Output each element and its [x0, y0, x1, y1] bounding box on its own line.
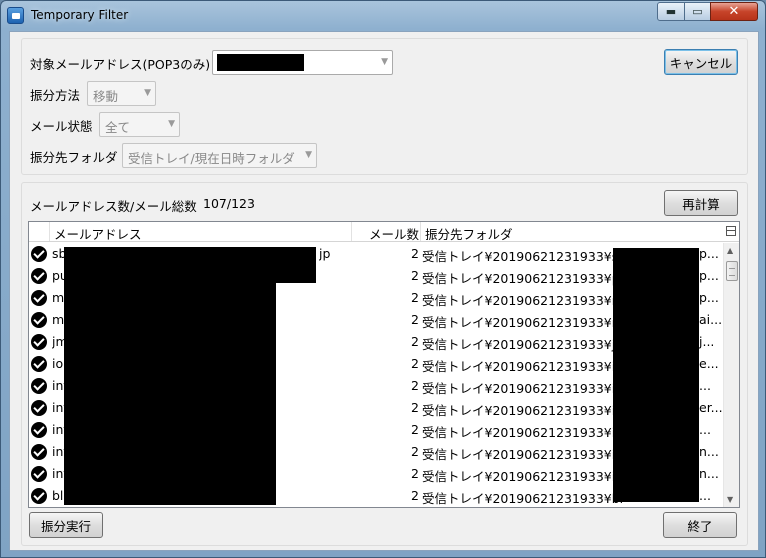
chevron-down-icon: ▼: [305, 150, 312, 160]
scroll-thumb[interactable]: [726, 261, 738, 281]
chevron-down-icon: ▼: [144, 88, 151, 98]
table-header: メールアドレス メール数 振分先フォルダ: [29, 222, 739, 242]
folder-tail: e...: [699, 356, 719, 371]
maximize-button[interactable]: ▭: [684, 2, 711, 21]
check-circle-icon[interactable]: [31, 422, 47, 438]
folder-tail: n...: [699, 444, 719, 459]
folder-tail: p...: [699, 290, 719, 305]
folder-tail: j...: [699, 334, 715, 349]
count-cell: 2: [411, 246, 419, 261]
check-circle-icon[interactable]: [31, 246, 47, 262]
folder-select[interactable]: 受信トレイ/現在日時フォルダ ▼: [122, 143, 317, 168]
check-circle-icon[interactable]: [31, 334, 47, 350]
finish-button[interactable]: 終了: [663, 512, 737, 538]
folder-tail: p...: [699, 246, 719, 261]
method-select[interactable]: 移動 ▼: [87, 81, 156, 106]
filter-settings-group: 対象メールアドレス(POP3のみ) ▼ 振分方法 移動 ▼ メール状態 全て ▼…: [21, 38, 748, 175]
summary-value: 107/123: [203, 196, 255, 211]
count-cell: 2: [411, 488, 419, 503]
redacted-email: [64, 261, 316, 283]
dialog-body: 対象メールアドレス(POP3のみ) ▼ 振分方法 移動 ▼ メール状態 全て ▼…: [9, 31, 759, 551]
folder-tail: n...: [699, 466, 719, 481]
check-circle-icon[interactable]: [31, 290, 47, 306]
method-value: 移動: [93, 89, 119, 104]
folder-label: 振分先フォルダ: [30, 150, 118, 165]
redacted-email: [64, 283, 276, 505]
target-address-select[interactable]: ▼: [212, 50, 393, 75]
count-cell: 2: [411, 312, 419, 327]
target-address-label: 対象メールアドレス(POP3のみ): [30, 57, 211, 72]
folder-tail: ...: [699, 488, 711, 503]
count-cell: 2: [411, 290, 419, 305]
count-cell: 2: [411, 400, 419, 415]
folder-tail: er...: [699, 400, 723, 415]
table-body: sb jp 2 受信トレイ¥20190621231933¥sb p... pu …: [29, 243, 723, 507]
execute-button[interactable]: 振分実行: [29, 512, 103, 538]
summary-label: メールアドレス数/メール総数: [30, 199, 197, 214]
scroll-down-icon[interactable]: ▼: [727, 495, 733, 504]
check-circle-icon[interactable]: [31, 400, 47, 416]
folder-tail: ...: [699, 378, 711, 393]
count-cell: 2: [411, 334, 419, 349]
count-cell: 2: [411, 268, 419, 283]
count-cell: 2: [411, 356, 419, 371]
folder-tail: ai...: [699, 312, 723, 327]
title-bar[interactable]: Temporary Filter ▬ ▭ ✕: [1, 1, 765, 31]
chevron-down-icon: ▼: [168, 119, 175, 129]
check-circle-icon[interactable]: [31, 312, 47, 328]
check-circle-icon[interactable]: [31, 444, 47, 460]
scroll-up-icon[interactable]: ▲: [727, 246, 733, 255]
window: Temporary Filter ▬ ▭ ✕ 対象メールアドレス(POP3のみ)…: [0, 0, 766, 558]
state-select[interactable]: 全て ▼: [99, 112, 180, 137]
column-count[interactable]: メール数: [369, 224, 419, 243]
check-circle-icon[interactable]: [31, 488, 47, 504]
folder-value: 受信トレイ/現在日時フォルダ: [128, 151, 295, 166]
count-cell: 2: [411, 422, 419, 437]
recalculate-button[interactable]: 再計算: [664, 190, 738, 216]
count-cell: 2: [411, 378, 419, 393]
state-label: メール状態: [30, 119, 93, 134]
check-circle-icon[interactable]: [31, 268, 47, 284]
check-circle-icon[interactable]: [31, 378, 47, 394]
check-circle-icon[interactable]: [31, 356, 47, 372]
vertical-scrollbar[interactable]: ▲ ▼: [723, 243, 739, 507]
column-email[interactable]: メールアドレス: [54, 224, 142, 243]
check-circle-icon[interactable]: [31, 466, 47, 482]
folder-tail: p...: [699, 268, 719, 283]
cancel-button[interactable]: キャンセル: [664, 49, 738, 75]
redacted-email: [64, 247, 316, 261]
count-cell: 2: [411, 466, 419, 481]
folder-tail: ...: [699, 422, 711, 437]
app-icon: [7, 7, 24, 24]
redacted-folder: [613, 248, 699, 502]
minimize-button[interactable]: ▬: [657, 2, 685, 21]
window-title: Temporary Filter: [31, 8, 129, 22]
method-label: 振分方法: [30, 88, 81, 103]
redacted-address: [217, 54, 304, 71]
column-chooser-icon[interactable]: [726, 226, 736, 236]
close-button[interactable]: ✕: [710, 2, 758, 21]
count-cell: 2: [411, 444, 419, 459]
state-value: 全て: [105, 120, 131, 135]
address-table[interactable]: メールアドレス メール数 振分先フォルダ sb jp 2 受信トレイ¥20190…: [28, 221, 740, 508]
column-folder[interactable]: 振分先フォルダ: [425, 224, 513, 243]
chevron-down-icon: ▼: [381, 57, 388, 67]
email-tail: jp: [319, 246, 331, 261]
